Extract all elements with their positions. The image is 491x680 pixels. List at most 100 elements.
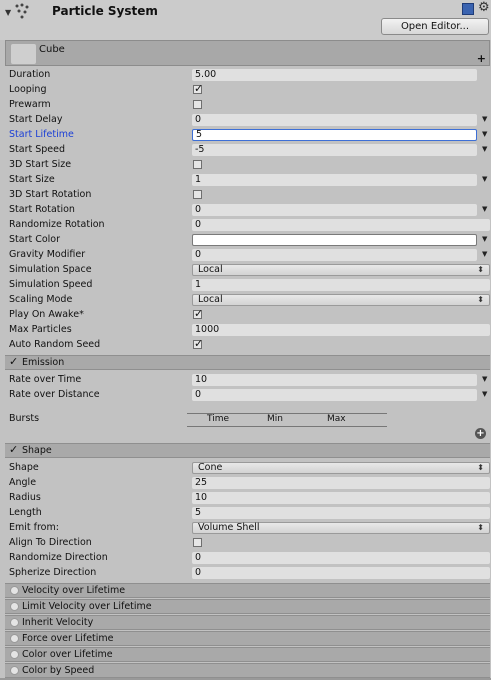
module-toggle-icon[interactable] — [10, 666, 19, 675]
module-header-velocity-over-lifetime[interactable]: Velocity over Lifetime — [5, 583, 490, 598]
prop-label: Angle — [9, 477, 37, 488]
prop-label: Shape — [9, 462, 39, 473]
randomize-rotation-field[interactable]: 0 — [192, 219, 490, 231]
prop-row-start-speed: Start Speed -5 ▼ — [5, 143, 490, 158]
curve-mode-dropdown-icon[interactable]: ▼ — [482, 205, 487, 213]
module-toggle-icon[interactable] — [10, 586, 19, 595]
curve-mode-dropdown-icon[interactable]: ▼ — [482, 235, 487, 243]
curve-mode-dropdown-icon[interactable]: ▼ — [482, 390, 487, 398]
prop-row-start-color: Start Color ▼ — [5, 233, 490, 248]
curve-mode-dropdown-icon[interactable]: ▼ — [482, 375, 487, 383]
bursts-col-time: Time — [207, 414, 230, 424]
start-rotation-field[interactable]: 0 — [192, 204, 477, 216]
field-value: 0 — [195, 219, 202, 230]
prop-row-simulation-speed: Simulation Speed 1 — [5, 278, 490, 293]
duration-field[interactable]: 5.00 — [192, 69, 477, 81]
prop-row-start-rotation: Start Rotation 0 ▼ — [5, 203, 490, 218]
curve-mode-dropdown-icon[interactable]: ▼ — [482, 115, 487, 123]
prop-row-randomize-direction: Randomize Direction 0 — [5, 551, 490, 566]
open-editor-button[interactable]: Open Editor... — [381, 18, 489, 35]
simulation-space-dropdown[interactable]: Local ⬍ — [192, 264, 490, 276]
start-lifetime-field[interactable]: 5 — [192, 129, 477, 141]
field-value: 0 — [195, 389, 202, 400]
shape-dropdown[interactable]: Cone ⬍ — [192, 462, 490, 474]
auto-random-seed-checkbox[interactable] — [193, 337, 203, 350]
start-delay-field[interactable]: 0 — [192, 114, 477, 126]
prop-row-length: Length 5 — [5, 506, 490, 521]
field-value: 0 — [195, 552, 202, 563]
angle-field[interactable]: 25 — [192, 477, 490, 489]
curve-mode-dropdown-icon[interactable]: ▼ — [482, 175, 487, 183]
checkmark-icon[interactable]: ✓ — [9, 443, 18, 456]
align-to-direction-checkbox[interactable] — [193, 538, 202, 547]
inspector-header: ▼ Particle System ⚙ Open Editor... — [0, 0, 491, 40]
dropdown-arrow-icon: ⬍ — [477, 295, 484, 304]
module-toggle-icon[interactable] — [10, 602, 19, 611]
add-burst-icon[interactable]: + — [475, 428, 486, 439]
prop-row-duration: Duration 5.00 — [5, 68, 490, 83]
randomize-direction-field[interactable]: 0 — [192, 552, 490, 564]
module-title: Force over Lifetime — [22, 633, 114, 644]
scaling-mode-dropdown[interactable]: Local ⬍ — [192, 294, 490, 306]
module-header-color-over-lifetime[interactable]: Color over Lifetime — [5, 647, 490, 662]
emit-from-dropdown[interactable]: Volume Shell ⬍ — [192, 522, 490, 534]
prop-label: Align To Direction — [9, 537, 92, 548]
looping-checkbox[interactable] — [193, 82, 203, 95]
main-module-header[interactable]: Cube + — [5, 40, 490, 66]
module-header-limit-velocity-over-lifetime[interactable]: Limit Velocity over Lifetime — [5, 599, 490, 614]
field-value: 1 — [195, 174, 202, 185]
bursts-col-max: Max — [327, 414, 346, 424]
prop-label: Emit from: — [9, 522, 59, 533]
module-header-inherit-velocity[interactable]: Inherit Velocity — [5, 615, 490, 630]
start-size-field[interactable]: 1 — [192, 174, 477, 186]
field-value: Cone — [198, 462, 223, 473]
curve-mode-dropdown-icon[interactable]: ▼ — [482, 130, 487, 138]
radius-field[interactable]: 10 — [192, 492, 490, 504]
curve-mode-dropdown-icon[interactable]: ▼ — [482, 250, 487, 258]
prop-label: Radius — [9, 492, 41, 503]
gravity-modifier-field[interactable]: 0 — [192, 249, 477, 261]
play-on-awake-checkbox[interactable] — [193, 307, 203, 320]
module-toggle-icon[interactable] — [10, 634, 19, 643]
help-book-icon[interactable] — [462, 3, 474, 15]
field-value: 5.00 — [195, 69, 217, 80]
start-color-field[interactable] — [192, 234, 477, 246]
prop-label: 3D Start Rotation — [9, 189, 92, 200]
gear-icon[interactable]: ⚙ — [478, 0, 490, 15]
spherize-direction-field[interactable]: 0 — [192, 567, 490, 579]
shape-module-header[interactable]: ✓ Shape — [5, 443, 490, 458]
module-toggle-icon[interactable] — [10, 618, 19, 627]
prop-label: Randomize Direction — [9, 552, 108, 563]
simulation-speed-field[interactable]: 1 — [192, 279, 490, 291]
module-title: Inherit Velocity — [22, 617, 94, 628]
curve-mode-dropdown-icon[interactable]: ▼ — [482, 145, 487, 153]
prop-row-angle: Angle 25 — [5, 476, 490, 491]
prop-row-start-size: Start Size 1 ▼ — [5, 173, 490, 188]
module-toggle-icon[interactable] — [10, 650, 19, 659]
add-icon[interactable]: + — [477, 52, 486, 65]
rate-over-time-field[interactable]: 10 — [192, 374, 477, 386]
prop-label: Looping — [9, 84, 47, 95]
prop-label: Prewarm — [9, 99, 51, 110]
max-particles-field[interactable]: 1000 — [192, 324, 490, 336]
prop-label: Auto Random Seed — [9, 339, 101, 350]
start-speed-field[interactable]: -5 — [192, 144, 477, 156]
3d-start-size-checkbox[interactable] — [193, 160, 202, 169]
prop-row-radius: Radius 10 — [5, 491, 490, 506]
prop-label: Simulation Space — [9, 264, 92, 275]
prop-row-rate-over-distance: Rate over Distance 0 ▼ — [5, 388, 490, 403]
rate-over-distance-field[interactable]: 0 — [192, 389, 477, 401]
module-header-color-by-speed[interactable]: Color by Speed — [5, 663, 490, 678]
prewarm-checkbox[interactable] — [193, 100, 202, 109]
module-header-force-over-lifetime[interactable]: Force over Lifetime — [5, 631, 490, 646]
prop-label: Simulation Speed — [9, 279, 93, 290]
length-field[interactable]: 5 — [192, 507, 490, 519]
checkmark-icon[interactable]: ✓ — [9, 355, 18, 368]
prop-row-start-lifetime: Start Lifetime 5 ▼ — [5, 128, 490, 143]
dropdown-arrow-icon: ⬍ — [477, 265, 484, 274]
field-value: 1000 — [195, 324, 220, 335]
emission-module-header[interactable]: ✓ Emission — [5, 355, 490, 370]
prop-label: Start Lifetime — [9, 129, 74, 140]
fold-arrow-icon[interactable]: ▼ — [5, 8, 11, 17]
3d-start-rotation-checkbox[interactable] — [193, 190, 202, 199]
